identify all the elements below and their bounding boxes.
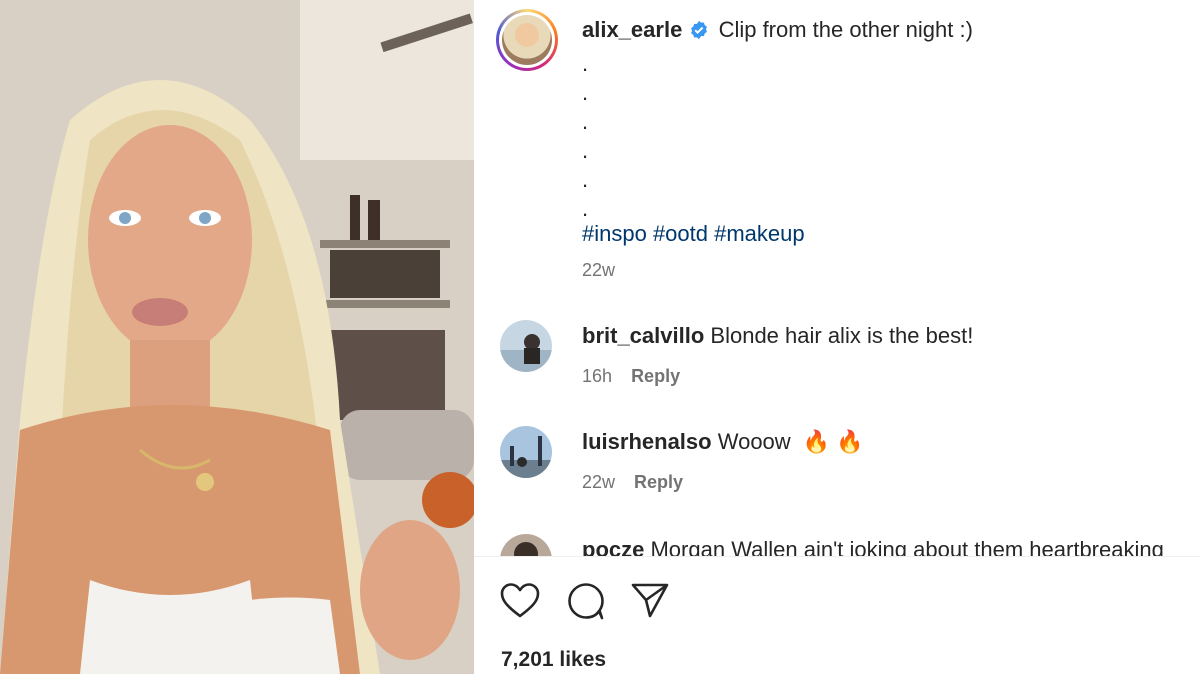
comment-icon	[568, 583, 604, 620]
hashtags[interactable]: #inspo #ootd #makeup	[582, 220, 805, 248]
comment-username[interactable]: pocze	[582, 537, 644, 556]
comment-meta: 16h Reply	[582, 366, 680, 387]
comment-avatar[interactable]	[500, 320, 552, 372]
caption-dot: .	[582, 109, 589, 134]
caption-dot: .	[582, 51, 589, 76]
commenter-photo	[500, 534, 552, 556]
author-username[interactable]: alix_earle	[582, 17, 682, 42]
commenter-photo	[500, 426, 552, 478]
comment-username[interactable]: brit_calvillo	[582, 323, 704, 348]
comment-time: 22w	[582, 472, 616, 492]
share-button[interactable]	[630, 580, 670, 625]
comment-text: Wooow	[717, 429, 791, 454]
post-photo	[0, 0, 474, 674]
divider	[474, 556, 1200, 557]
like-button[interactable]	[500, 582, 540, 625]
comment-row: pocze Morgan Wallen ain't joking about t…	[582, 536, 1200, 556]
paper-plane-icon	[631, 583, 669, 618]
reply-button[interactable]: Reply	[634, 472, 683, 492]
fire-emoji: 🔥 🔥	[802, 429, 864, 454]
caption-dot: .	[582, 167, 589, 192]
reply-button[interactable]: Reply	[631, 366, 680, 386]
caption-text: Clip from the other night :)	[718, 17, 973, 42]
post-panel: alix_earle Clip from the other night :) …	[474, 0, 1200, 674]
comment-avatar[interactable]	[500, 426, 552, 478]
heart-icon	[500, 583, 540, 618]
post-media[interactable]	[0, 0, 474, 674]
comment-username[interactable]: luisrhenalso	[582, 429, 712, 454]
comment-avatar[interactable]	[500, 534, 552, 556]
commenter-photo	[500, 320, 552, 372]
comment-button[interactable]	[566, 581, 606, 626]
author-avatar[interactable]	[496, 9, 558, 71]
comment-row: luisrhenalso Wooow 🔥 🔥	[582, 428, 1182, 456]
comment-time: 16h	[582, 366, 613, 386]
comment-row: brit_calvillo Blonde hair alix is the be…	[582, 322, 1182, 350]
comment-text: Morgan Wallen ain't joking about them he…	[650, 537, 1164, 556]
comment-text: Blonde hair alix is the best!	[710, 323, 974, 348]
caption: alix_earle Clip from the other night :)	[582, 16, 1182, 46]
caption-dot: .	[582, 138, 589, 163]
likes-count[interactable]: 7,201 likes	[501, 648, 606, 672]
caption-dot: .	[582, 80, 589, 105]
verified-badge-icon	[690, 18, 708, 46]
caption-dot: .	[582, 196, 589, 221]
author-photo	[502, 15, 552, 65]
comment-clip-area: pocze Morgan Wallen ain't joking about t…	[474, 520, 1200, 556]
post-time: 22w	[582, 260, 616, 280]
comment-meta: 22w Reply	[582, 472, 683, 493]
